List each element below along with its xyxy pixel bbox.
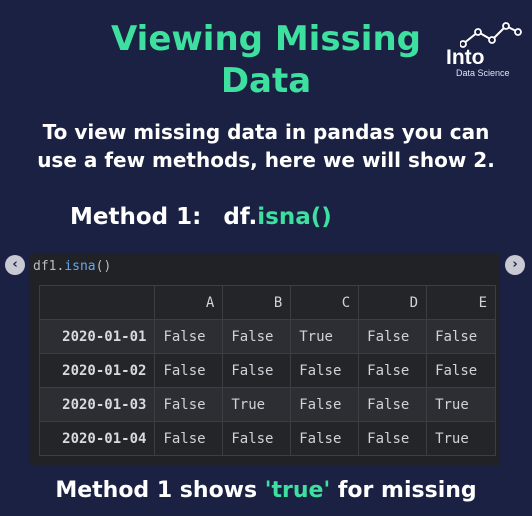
method-label: Method 1: [70,204,202,230]
method-code-prefix: df. [223,204,258,230]
dataframe-output: A B C D E 2020-01-01 False False True Fa… [38,285,496,456]
logo-wordmark: Into [446,46,485,69]
column-header: A [154,285,224,320]
table-cell: False [154,353,224,388]
footer-text-start: Method 1 shows [55,478,265,503]
table-cell: False [222,421,292,456]
code-call-parens: () [95,259,112,274]
table-cell: True [290,319,360,354]
row-index: 2020-01-04 [38,421,156,456]
column-header: B [222,285,292,320]
table-row: 2020-01-03 False True False False True [38,387,496,422]
table-cell: False [222,319,292,354]
table-cell: False [358,421,428,456]
table-header-row: A B C D E [38,285,496,320]
table-cell: False [358,387,428,422]
row-index: 2020-01-02 [38,353,156,388]
table-cell: False [154,421,224,456]
table-row: 2020-01-04 False False False False True [38,421,496,456]
intro-line-2: use a few methods, here we will show 2. [37,148,495,172]
table-cell: False [426,353,496,388]
table-cell: False [358,353,428,388]
table-cell: True [426,387,496,422]
table-row: 2020-01-02 False False False False False [38,353,496,388]
method-heading: Method 1: df.isna() [70,204,332,230]
table-cell: False [154,319,224,354]
intro-line-1: To view missing data in pandas you can [42,120,490,144]
footer-text-end: for missing [330,478,477,503]
table-row: 2020-01-01 False False True False False [38,319,496,354]
intro-text: To view missing data in pandas you can u… [0,118,532,174]
table-cell: False [358,319,428,354]
footer-highlight: 'true' [264,478,331,503]
column-header: D [358,285,428,320]
code-input: df1.isna() [33,259,111,274]
next-button[interactable]: › [505,255,525,275]
code-function: isna [64,259,96,274]
notebook-cell: df1.isna() A B C D E 2020-01-01 False Fa… [29,253,499,465]
table-cell: True [222,387,292,422]
line-chart-icon [460,22,522,48]
table-cell: False [290,387,360,422]
table-cell: False [222,353,292,388]
table-cell: False [290,421,360,456]
table-cell: True [426,421,496,456]
row-index: 2020-01-01 [38,319,156,354]
column-header: C [290,285,360,320]
row-index: 2020-01-03 [38,387,156,422]
table-cell: False [290,353,360,388]
index-header [38,285,156,320]
column-header: E [426,285,496,320]
footer-caption: Method 1 shows 'true' for missing [0,478,532,503]
table-cell: False [154,387,224,422]
brand-logo: Into Data Science [446,20,526,80]
code-object: df1. [33,259,65,274]
table-cell: False [426,319,496,354]
logo-subtitle: Data Science [456,68,510,78]
method-code-function: isna() [257,204,332,230]
previous-button[interactable]: ‹ [5,255,25,275]
